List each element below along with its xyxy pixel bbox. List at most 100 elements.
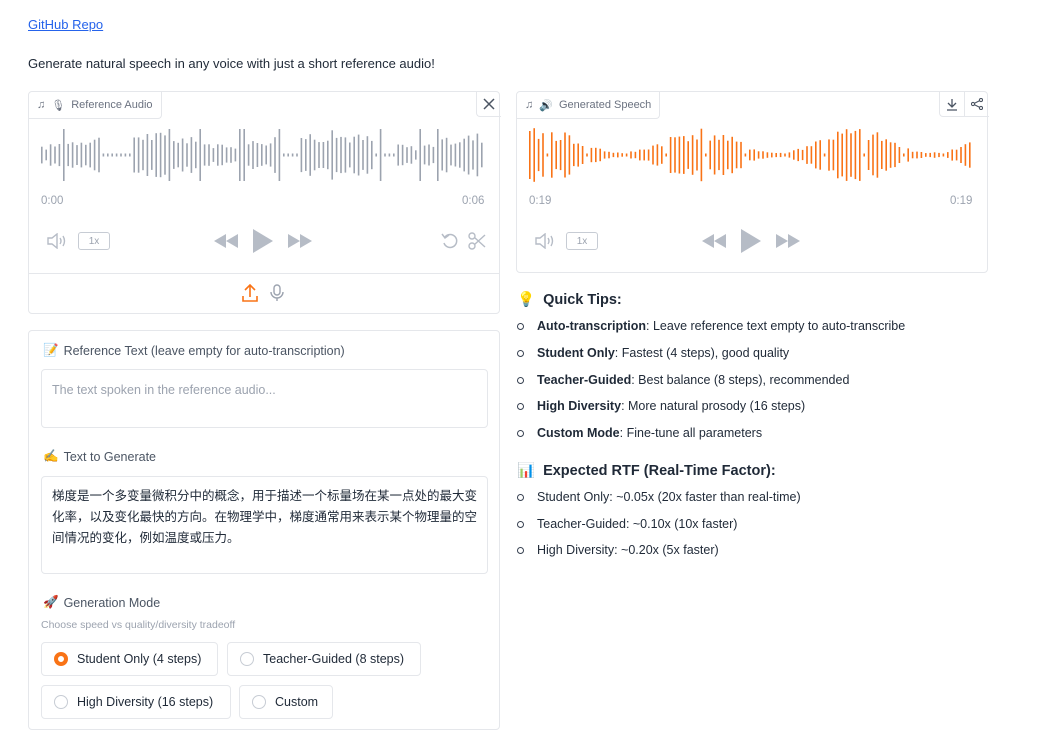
radio-indicator[interactable] bbox=[54, 695, 68, 709]
waveform-bar bbox=[243, 129, 245, 181]
waveform-bar bbox=[925, 153, 927, 157]
waveform-bar bbox=[58, 144, 61, 167]
waveform-bar bbox=[459, 142, 461, 168]
rtf-text: High Diversity: ~0.20x (5x faster) bbox=[537, 543, 719, 557]
volume-icon[interactable] bbox=[45, 231, 69, 251]
waveform-bar bbox=[713, 135, 716, 175]
waveform-bar bbox=[379, 129, 382, 181]
waveform-bar bbox=[762, 151, 764, 159]
reference-waveform[interactable] bbox=[41, 126, 487, 184]
radio-label: High Diversity (16 steps) bbox=[77, 695, 214, 709]
generated-time-end: 0:19 bbox=[950, 195, 973, 207]
waveform-bar bbox=[806, 146, 808, 164]
radio-high-diversity[interactable]: High Diversity (16 steps) bbox=[41, 685, 231, 719]
fast-forward-icon[interactable] bbox=[287, 232, 313, 250]
play-icon[interactable] bbox=[250, 226, 276, 256]
waveform-bar bbox=[731, 136, 733, 174]
waveform-bar bbox=[542, 133, 544, 177]
waveform-bar bbox=[89, 142, 91, 168]
radio-indicator[interactable] bbox=[240, 652, 254, 666]
waveform-bar bbox=[371, 140, 373, 170]
waveform-bar bbox=[929, 152, 931, 158]
waveform-bar bbox=[590, 147, 593, 163]
waveform-bar bbox=[727, 140, 729, 170]
waveform-bar bbox=[177, 142, 179, 168]
writing-hand-icon: ✍️ bbox=[43, 449, 59, 463]
radio-student-only[interactable]: Student Only (4 steps) bbox=[41, 642, 218, 676]
text-to-generate-label-text: Text to Generate bbox=[63, 449, 156, 464]
waveform-bar bbox=[335, 137, 338, 173]
waveform-bar bbox=[947, 152, 949, 158]
playback-speed-button[interactable]: 1x bbox=[78, 232, 110, 250]
waveform-bar bbox=[603, 151, 606, 159]
waveform-bar bbox=[815, 141, 817, 169]
scissors-icon[interactable] bbox=[466, 231, 488, 251]
rewind-icon[interactable] bbox=[213, 232, 239, 250]
tip-item: High Diversity: More natural prosody (16… bbox=[517, 399, 805, 413]
waveform-bar bbox=[810, 146, 813, 164]
waveform-bar bbox=[102, 153, 105, 157]
waveform-bar bbox=[208, 144, 210, 166]
share-icon[interactable] bbox=[965, 92, 989, 116]
rewind-icon[interactable] bbox=[701, 232, 727, 250]
waveform-bar bbox=[586, 153, 588, 157]
reference-text-label: 📝 Reference Text (leave empty for auto-t… bbox=[43, 343, 345, 358]
waveform-bar bbox=[876, 132, 879, 178]
radio-indicator[interactable] bbox=[54, 652, 68, 666]
waveform-bar bbox=[683, 136, 685, 174]
radio-teacher-guided[interactable]: Teacher-Guided (8 steps) bbox=[227, 642, 421, 676]
bullet-icon bbox=[517, 322, 524, 330]
play-icon[interactable] bbox=[738, 226, 764, 256]
radio-indicator[interactable] bbox=[252, 695, 266, 709]
waveform-bar bbox=[573, 143, 575, 167]
waveform-bar bbox=[933, 152, 936, 158]
waveform-bar bbox=[696, 139, 698, 171]
upload-icon[interactable] bbox=[240, 282, 260, 304]
waveform-bar bbox=[437, 129, 439, 181]
waveform-bar bbox=[850, 133, 852, 177]
waveform-bar bbox=[221, 144, 223, 166]
bullet-icon bbox=[517, 520, 524, 528]
input-form-panel: 📝 Reference Text (leave empty for auto-t… bbox=[28, 330, 500, 730]
generated-waveform[interactable] bbox=[529, 126, 975, 184]
github-repo-link[interactable]: GitHub Repo bbox=[28, 17, 103, 32]
waveform-bar bbox=[639, 149, 641, 161]
reference-text-input[interactable]: The text spoken in the reference audio..… bbox=[41, 369, 488, 428]
waveform-bar bbox=[203, 144, 206, 166]
waveform-bar bbox=[546, 153, 549, 157]
waveform-bar bbox=[942, 153, 945, 157]
close-icon[interactable] bbox=[476, 92, 501, 117]
playback-speed-button[interactable]: 1x bbox=[566, 232, 598, 250]
waveform-bar bbox=[428, 144, 430, 166]
rtf-item: Student Only: ~0.05x (20x faster than re… bbox=[517, 490, 801, 504]
waveform-bar bbox=[863, 153, 865, 157]
waveform-bar bbox=[472, 140, 474, 170]
radio-custom[interactable]: Custom bbox=[239, 685, 333, 719]
waveform-bar bbox=[261, 144, 263, 166]
generated-time-start: 0:19 bbox=[529, 195, 552, 207]
reference-time-start: 0:00 bbox=[41, 195, 64, 207]
volume-icon[interactable] bbox=[533, 231, 557, 251]
waveform-bar bbox=[841, 133, 843, 177]
undo-icon[interactable] bbox=[439, 231, 461, 251]
waveform-bar bbox=[630, 151, 632, 159]
waveform-bar bbox=[76, 145, 78, 165]
tip-bold: High Diversity bbox=[537, 399, 622, 413]
bullet-icon bbox=[517, 402, 524, 410]
waveform-bar bbox=[617, 152, 619, 158]
waveform-bar bbox=[331, 130, 333, 180]
fast-forward-icon[interactable] bbox=[775, 232, 801, 250]
waveform-bar bbox=[85, 144, 87, 166]
waveform-bar bbox=[537, 138, 540, 172]
waveform-bar bbox=[291, 153, 294, 157]
waveform-bar bbox=[564, 132, 566, 178]
waveform-bar bbox=[674, 137, 676, 173]
download-icon[interactable] bbox=[940, 92, 965, 116]
waveform-bar bbox=[845, 129, 848, 181]
microphone-icon[interactable] bbox=[267, 282, 287, 304]
music-note-icon: ♫ bbox=[37, 99, 46, 111]
waveform-bar bbox=[911, 151, 914, 159]
bullet-icon bbox=[517, 349, 524, 357]
waveform-bar bbox=[907, 148, 909, 162]
text-to-generate-input[interactable]: 梯度是一个多变量微积分中的概念，用于描述一个标量场在某一点处的最大变化率，以及变… bbox=[41, 476, 488, 574]
